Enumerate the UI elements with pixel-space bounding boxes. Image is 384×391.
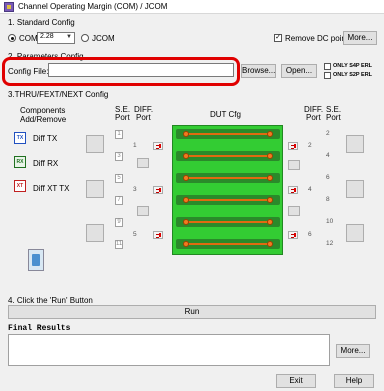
right-se-port-2[interactable]: 2 — [326, 130, 336, 137]
chevron-down-icon: ▼ — [66, 34, 72, 40]
left-se-port-11[interactable]: 11 — [115, 240, 123, 249]
left-se-port-7[interactable]: 7 — [115, 196, 123, 205]
dut-trace-5 — [176, 217, 280, 227]
diff-xt-tx-icon[interactable]: XT — [14, 180, 26, 192]
left-port-button-2[interactable] — [86, 180, 104, 198]
right-diff-toggle-1[interactable] — [288, 160, 300, 170]
dut-cfg-heading: DUT Cfg — [210, 110, 241, 119]
window-title: Channel Operating Margin (COM) / JCOM — [18, 2, 168, 11]
version-select[interactable]: 2.28 ▼ — [37, 32, 75, 44]
diff-rx-icon[interactable]: RX — [14, 156, 26, 168]
left-diff-connector-icon-3 — [153, 231, 163, 239]
diff-tx-label: Diff TX — [33, 134, 58, 143]
final-results-heading: Final Results — [8, 324, 71, 333]
right-diff-port-2: 2 — [308, 142, 312, 149]
jcom-label: JCOM — [92, 34, 115, 43]
remove-dc-checkbox[interactable]: ✓ — [274, 34, 282, 42]
left-diff-port-3: 3 — [133, 186, 137, 193]
app-icon — [4, 2, 14, 12]
components-heading: Components — [20, 106, 66, 115]
left-se-port-subheading: Port — [115, 113, 130, 122]
version-value: 2.28 — [40, 33, 54, 40]
dut-trace-1 — [176, 129, 280, 139]
right-diff-connector-icon-2 — [288, 186, 298, 194]
right-se-port-8[interactable]: 8 — [326, 196, 336, 203]
run-button[interactable]: Run — [8, 305, 376, 319]
right-diff-port-subheading: Port — [306, 113, 321, 122]
left-se-port-1[interactable]: 1 — [115, 130, 123, 139]
dut-trace-2 — [176, 151, 280, 161]
jcom-radio[interactable] — [81, 34, 89, 42]
dut-trace-3 — [176, 173, 280, 183]
remove-dc-label: Remove DC point — [285, 34, 349, 43]
standard-more-button[interactable]: More... — [343, 31, 377, 45]
config-file-input[interactable] — [48, 63, 234, 77]
right-diff-port-4: 4 — [308, 186, 312, 193]
dut-board — [172, 125, 283, 255]
right-se-port-6[interactable]: 6 — [326, 174, 336, 181]
left-port-button-3[interactable] — [86, 224, 104, 242]
right-diff-toggle-2[interactable] — [288, 206, 300, 216]
only-s4p-label: ONLY S4P ERL — [333, 63, 373, 69]
recycle-bin-icon[interactable] — [28, 249, 44, 271]
left-diff-connector-icon-2 — [153, 186, 163, 194]
com-radio[interactable] — [8, 34, 16, 42]
run-heading: 4. Click the 'Run' Button — [8, 296, 93, 305]
components-subheading: Add/Remove — [20, 115, 67, 124]
com-label: COM — [19, 34, 38, 43]
right-port-button-1[interactable] — [346, 135, 364, 153]
left-diff-connector-icon-1 — [153, 142, 163, 150]
final-results-box — [8, 334, 330, 366]
browse-button[interactable]: Browse... — [241, 64, 276, 78]
help-button[interactable]: Help — [334, 374, 374, 388]
left-se-port-3[interactable]: 3 — [115, 152, 123, 161]
right-port-button-3[interactable] — [346, 224, 364, 242]
dut-trace-4 — [176, 195, 280, 205]
right-port-button-2[interactable] — [346, 180, 364, 198]
diff-xt-tx-label: Diff XT TX — [33, 184, 70, 193]
config-file-label: Config File: — [8, 67, 49, 76]
right-se-port-12[interactable]: 12 — [326, 240, 336, 247]
only-s2p-label: ONLY S2P ERL — [333, 72, 373, 78]
open-button[interactable]: Open... — [281, 64, 317, 78]
left-se-port-5[interactable]: 5 — [115, 174, 123, 183]
right-se-port-10[interactable]: 10 — [326, 218, 336, 225]
dut-trace-6 — [176, 239, 280, 249]
only-s4p-checkbox[interactable] — [324, 63, 331, 70]
standard-config-heading: 1. Standard Config — [8, 18, 75, 27]
left-diff-port-subheading: Port — [136, 113, 151, 122]
thru-config-heading: 3.THRU/FEXT/NEXT Config — [8, 90, 109, 99]
right-diff-connector-icon-3 — [288, 231, 298, 239]
left-se-port-9[interactable]: 9 — [115, 218, 123, 227]
left-diff-toggle-1[interactable] — [137, 158, 149, 168]
left-diff-port-5: 5 — [133, 231, 137, 238]
only-s2p-checkbox[interactable] — [324, 72, 331, 79]
diff-rx-label: Diff RX — [33, 159, 59, 168]
right-se-port-subheading: Port — [326, 113, 341, 122]
left-port-button-1[interactable] — [86, 135, 104, 153]
right-diff-connector-icon-1 — [288, 142, 298, 150]
results-more-button[interactable]: More... — [336, 344, 370, 358]
diff-tx-icon[interactable]: TX — [14, 132, 26, 144]
left-diff-toggle-2[interactable] — [137, 206, 149, 216]
left-diff-port-1: 1 — [133, 142, 137, 149]
right-diff-port-6: 6 — [308, 231, 312, 238]
exit-button[interactable]: Exit — [276, 374, 316, 388]
right-se-port-4[interactable]: 4 — [326, 152, 336, 159]
